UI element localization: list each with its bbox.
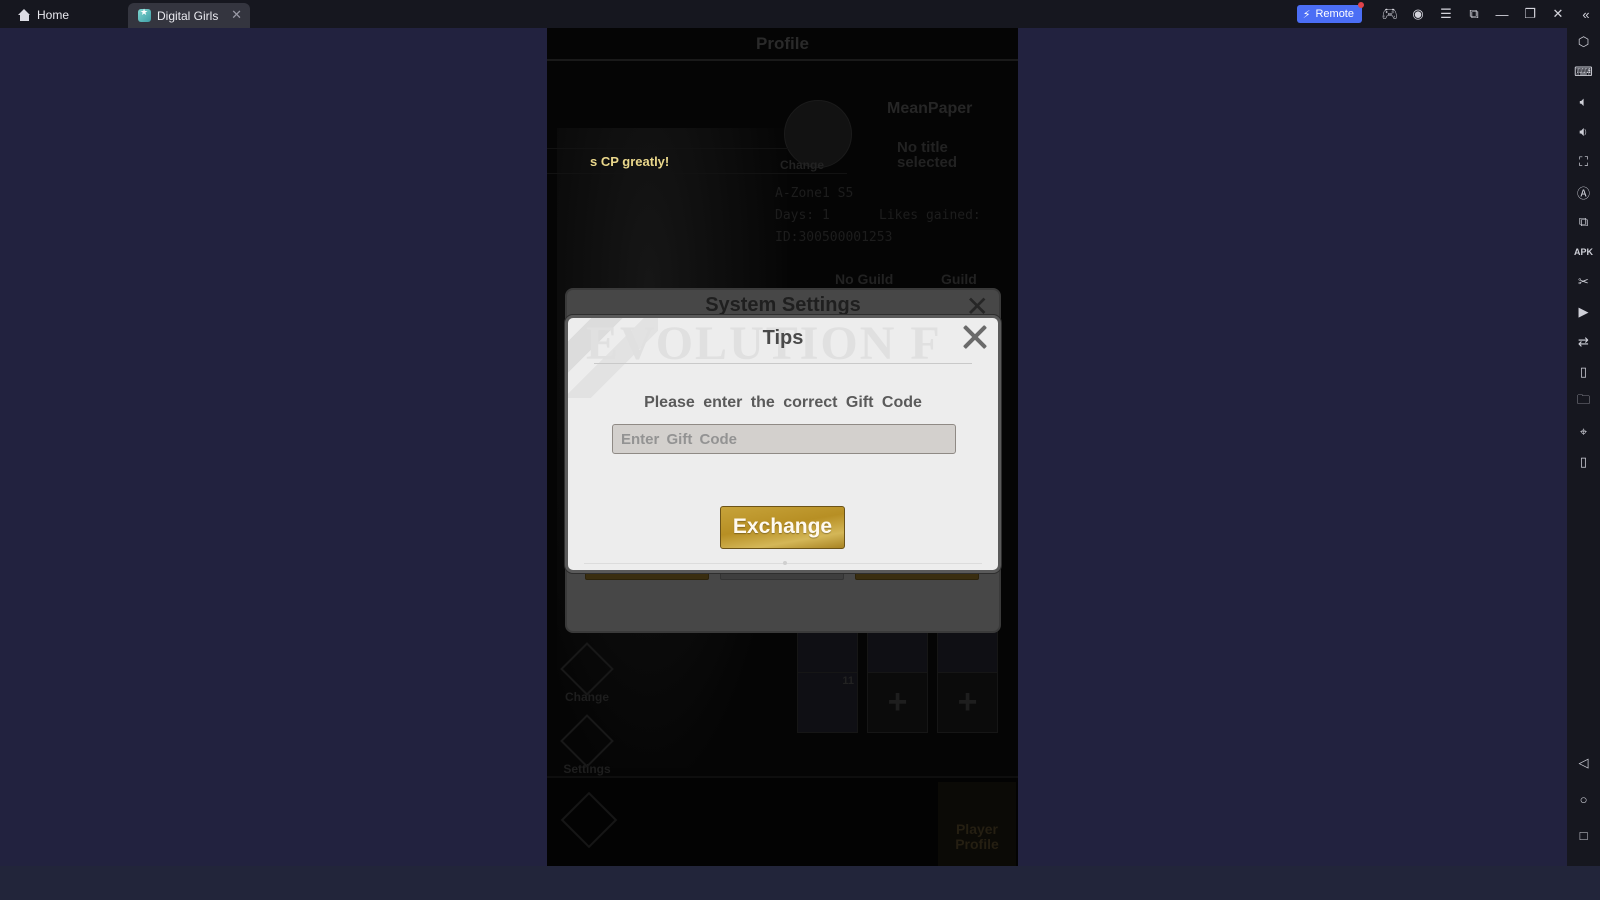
divider xyxy=(594,363,972,364)
profile-footer: Player Profile xyxy=(547,776,1018,866)
settings-button[interactable]: Settings xyxy=(559,714,615,776)
player-name: MeanPaper xyxy=(887,100,973,117)
gift-code-input[interactable] xyxy=(612,424,956,454)
squad-slot[interactable]: 11 xyxy=(797,672,858,733)
empty-squad-slot[interactable]: + xyxy=(937,672,998,733)
guild-status: No Guild xyxy=(835,271,894,287)
location-icon[interactable]: ⌖ xyxy=(1567,420,1600,444)
home-icon xyxy=(18,9,31,21)
squad-level: 11 xyxy=(842,675,854,687)
plus-icon: + xyxy=(957,683,978,721)
resize-icon[interactable]: ⧉ xyxy=(1460,0,1488,28)
plus-icon: + xyxy=(887,683,908,721)
title-bar: Home Digital Girls ✕ ⚡ Remote 🎮︎ ◉ ☰ ⧉ —… xyxy=(0,0,1600,28)
scissors-icon[interactable]: ✂ xyxy=(1567,270,1600,294)
tab-home[interactable]: Home xyxy=(14,4,73,26)
empty-squad-slot[interactable]: + xyxy=(867,672,928,733)
close-icon[interactable]: ✕ xyxy=(1544,0,1572,28)
app-icon xyxy=(138,7,151,22)
tips-message: Please enter the correct Gift Code xyxy=(644,394,922,411)
tab-digital-girls-label: Digital Girls xyxy=(157,8,219,23)
zone-label: A-Zone1 S5 xyxy=(775,186,854,201)
fullscreen-icon[interactable]: ⛶ xyxy=(1567,150,1600,174)
shake-icon[interactable]: ▯ xyxy=(1567,360,1600,384)
remote-button[interactable]: ⚡ Remote xyxy=(1296,2,1364,23)
back-icon[interactable]: ◁ xyxy=(1567,751,1600,775)
player-profile-label: Player Profile xyxy=(955,821,999,852)
player-profile-button[interactable]: Player Profile xyxy=(938,782,1016,866)
emulator-sidebar: ⬡ ⌨ 🔈︎ 🔉︎ ⛶ Ⓐ ⧉ APK ✂ ▶ ⇄ ▯ 🗀 ⌖ ▯ ◁ ○ □ xyxy=(1567,28,1600,866)
player-title: No title selected xyxy=(897,139,958,171)
recents-icon[interactable]: □ xyxy=(1567,823,1600,847)
background-right xyxy=(1018,28,1567,866)
home-circle-icon[interactable]: ○ xyxy=(1567,787,1600,811)
divider-dot xyxy=(783,561,787,565)
account-icon[interactable]: ◉ xyxy=(1404,0,1432,28)
back-arrow-icon[interactable] xyxy=(560,791,618,849)
change-button[interactable]: Change xyxy=(559,642,615,704)
likes-label: Likes gained: xyxy=(879,208,981,223)
lightning-icon: ⚡ xyxy=(1302,8,1311,21)
tab-digital-girls[interactable]: Digital Girls ✕ xyxy=(128,3,250,28)
sync-icon[interactable]: ⇄ xyxy=(1567,330,1600,354)
tips-close-icon[interactable] xyxy=(960,320,990,354)
gamepad-icon[interactable]: 🎮︎ xyxy=(1376,0,1404,28)
menu-icon[interactable]: ☰ xyxy=(1432,0,1460,28)
exchange-button[interactable]: Exchange xyxy=(720,506,845,549)
tab-home-label: Home xyxy=(37,8,70,22)
collapse-sidebar-icon[interactable]: « xyxy=(1572,0,1600,28)
rotate-icon[interactable]: ▯ xyxy=(1567,450,1600,474)
bottom-strip xyxy=(0,866,1600,900)
cp-banner: s CP greatly! xyxy=(547,148,847,174)
notification-dot xyxy=(1358,2,1364,8)
volume-down-icon[interactable]: 🔉︎ xyxy=(1567,120,1600,144)
tips-title: Tips xyxy=(762,327,804,349)
days-label: Days: 1 xyxy=(775,208,830,223)
background-left xyxy=(0,28,547,866)
folder-icon[interactable]: 🗀 xyxy=(1567,390,1600,414)
refresh-icon xyxy=(560,642,614,696)
system-settings-title: System Settings xyxy=(705,294,861,316)
add-window-icon[interactable]: ⧉ xyxy=(1567,210,1600,234)
keyboard-icon[interactable]: ⌨ xyxy=(1567,60,1600,84)
apk-install-icon[interactable]: APK xyxy=(1567,240,1600,264)
game-viewport[interactable]: Profile Change MeanPaper No title select… xyxy=(547,28,1018,866)
tips-dialog: EVOLUTION F Tips Please enter the correc… xyxy=(565,315,1001,573)
remote-label: Remote xyxy=(1315,8,1354,20)
record-icon[interactable]: ▶ xyxy=(1567,300,1600,324)
minimize-icon[interactable]: — xyxy=(1488,0,1516,28)
restore-icon[interactable]: ❐ xyxy=(1516,0,1544,28)
profile-header: Profile xyxy=(547,28,1018,61)
player-id: ID:300500001253 xyxy=(775,230,893,245)
window-controls: ⚡ Remote 🎮︎ ◉ ☰ ⧉ — ❐ ✕ « xyxy=(1296,0,1600,28)
tab-close-icon[interactable]: ✕ xyxy=(231,7,242,23)
auto-rotate-icon[interactable]: Ⓐ xyxy=(1567,180,1600,204)
guild-button[interactable]: Guild xyxy=(941,271,977,287)
settings-hex-icon[interactable]: ⬡ xyxy=(1567,30,1600,54)
gear-icon xyxy=(560,714,614,768)
volume-up-icon[interactable]: 🔈︎ xyxy=(1567,90,1600,114)
